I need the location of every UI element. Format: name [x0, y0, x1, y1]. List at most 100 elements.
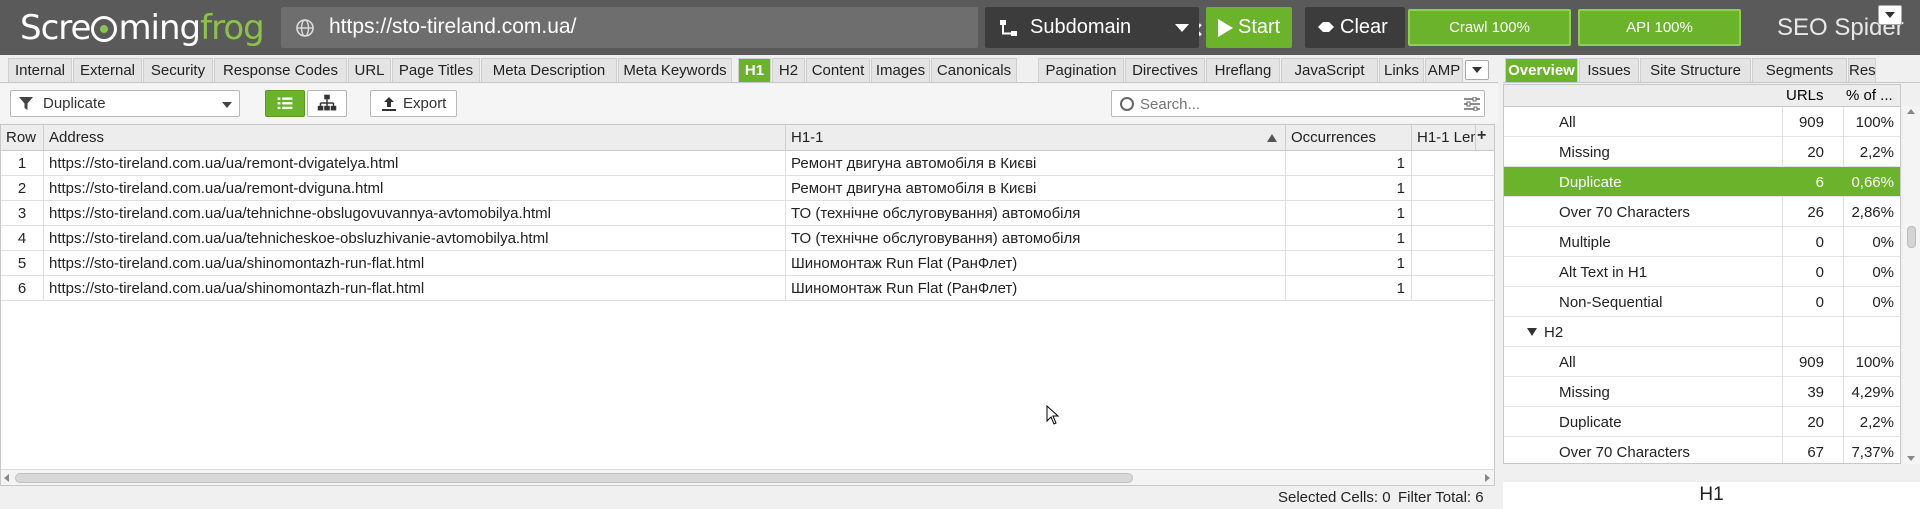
tab-issues[interactable]: Issues	[1579, 58, 1639, 82]
table-row[interactable]: 5 https://sto-tireland.com.ua/ua/shinomo…	[1, 251, 1494, 276]
sort-ascending-icon[interactable]	[1267, 134, 1277, 142]
table-row[interactable]: 2 https://sto-tireland.com.ua/ua/remont-…	[1, 176, 1494, 201]
url-input-value[interactable]: https://sto-tireland.com.ua/	[329, 15, 576, 39]
overview-row-h1-duplicate[interactable]: Duplicate 6 0,66%	[1504, 167, 1900, 197]
scrollbar-thumb[interactable]	[15, 473, 1133, 483]
overview-row-h1-non-sequential[interactable]: Non-Sequential 0 0%	[1504, 287, 1900, 317]
tab-amp[interactable]: AMP	[1425, 58, 1463, 82]
overview-row-h1-all[interactable]: All 909 100%	[1504, 107, 1900, 137]
collapse-toggle-icon[interactable]	[1527, 328, 1537, 336]
overview-row-h2-all[interactable]: All 909 100%	[1504, 347, 1900, 377]
horizontal-scrollbar[interactable]	[1, 469, 1494, 485]
overview-vertical-scrollbar[interactable]	[1903, 106, 1920, 464]
tab-javascript[interactable]: JavaScript	[1281, 58, 1378, 82]
export-button[interactable]: Export	[370, 90, 457, 117]
overview-panel: URLs % of ... All 909 100% Missing 20 2,…	[1503, 84, 1901, 464]
sliders-icon[interactable]	[1464, 97, 1480, 111]
logo: Scre mingfrog	[20, 8, 265, 48]
overview-group-h2[interactable]: H2	[1504, 317, 1900, 347]
url-field[interactable]: https://sto-tireland.com.ua/ ✕	[281, 7, 1235, 48]
mouse-cursor-icon	[1046, 405, 1060, 425]
search-input[interactable]	[1140, 94, 1440, 114]
crawl-mode-label: Subdomain	[1030, 16, 1132, 38]
column-header-row[interactable]: Row	[1, 125, 44, 151]
column-header-occurrences[interactable]: Occurrences	[1286, 125, 1412, 151]
search-box[interactable]	[1111, 90, 1485, 117]
tab-links[interactable]: Links	[1379, 58, 1424, 82]
filter-icon	[19, 97, 33, 110]
globe-icon	[296, 19, 314, 37]
results-table: Row Address H1-1 Occurrences H1-1 Length…	[0, 124, 1495, 486]
overview-row-h2-duplicate[interactable]: Duplicate 20 2,2%	[1504, 407, 1900, 437]
scroll-right-icon[interactable]	[1485, 474, 1490, 482]
overview-row-h1-missing[interactable]: Missing 20 2,2%	[1504, 137, 1900, 167]
tab-overflow-button[interactable]	[1465, 60, 1489, 80]
filter-dropdown[interactable]: Duplicate	[10, 90, 240, 117]
tab-directives[interactable]: Directives	[1125, 58, 1205, 82]
overview-header: URLs % of ...	[1504, 85, 1900, 107]
tree-view-button[interactable]	[307, 90, 347, 117]
table-row[interactable]: 6 https://sto-tireland.com.ua/ua/shinomo…	[1, 276, 1494, 301]
table-row[interactable]: 3 https://sto-tireland.com.ua/ua/tehnich…	[1, 201, 1494, 226]
tab-page-titles[interactable]: Page Titles	[392, 58, 480, 82]
status-bar: Selected Cells: 0 Filter Total: 6	[0, 486, 1495, 509]
column-header-percent[interactable]: % of ...	[1846, 87, 1893, 104]
play-icon	[1218, 19, 1233, 37]
top-toolbar: Scre mingfrog https://sto-tireland.com.ua…	[0, 0, 1920, 55]
selected-cells-count: Selected Cells: 0	[1278, 489, 1391, 506]
overview-row-h2-missing[interactable]: Missing 39 4,29%	[1504, 377, 1900, 407]
tab-hreflang[interactable]: Hreflang	[1206, 58, 1280, 82]
list-view-button[interactable]	[265, 90, 305, 117]
tab-content[interactable]: Content	[806, 58, 870, 82]
panel-splitter[interactable]	[1503, 464, 1920, 482]
tab-overview[interactable]: Overview	[1505, 58, 1578, 82]
tab-pagination[interactable]: Pagination	[1038, 58, 1124, 82]
tab-site-structure[interactable]: Site Structure	[1640, 58, 1751, 82]
column-header-address[interactable]: Address	[44, 125, 786, 151]
overview-row-h1-over-70[interactable]: Over 70 Characters 26 2,86%	[1504, 197, 1900, 227]
tab-url[interactable]: URL	[348, 58, 391, 82]
column-header-h1-1-length[interactable]: H1-1 Length	[1412, 125, 1476, 151]
tab-segments[interactable]: Segments	[1752, 58, 1847, 82]
tab-response-times[interactable]: Response Times	[1848, 58, 1876, 82]
tab-images[interactable]: Images	[871, 58, 930, 82]
scrollbar-thumb[interactable]	[1907, 226, 1916, 248]
crawl-mode-select[interactable]: Subdomain	[985, 7, 1199, 48]
tab-h1[interactable]: H1	[738, 58, 771, 82]
eraser-icon	[1318, 22, 1334, 32]
table-row[interactable]: 1 https://sto-tireland.com.ua/ua/remont-…	[1, 151, 1494, 176]
overview-row-h1-alt-text[interactable]: Alt Text in H1 0 0%	[1504, 257, 1900, 287]
api-progress-badge: API 100%	[1578, 9, 1741, 46]
tree-icon	[317, 94, 337, 111]
filter-value: Duplicate	[43, 95, 106, 112]
main-tab-bar: Internal External Security Response Code…	[0, 55, 1498, 83]
start-button[interactable]: Start	[1206, 7, 1292, 48]
hierarchy-icon	[1000, 20, 1017, 36]
chevron-down-icon	[1175, 24, 1189, 32]
add-column-icon[interactable]: +	[1477, 127, 1486, 145]
right-tab-bar: Overview Issues Site Structure Segments …	[1503, 55, 1920, 83]
overview-row-h1-multiple[interactable]: Multiple 0 0%	[1504, 227, 1900, 257]
tab-canonicals[interactable]: Canonicals	[931, 58, 1017, 82]
tab-meta-keywords[interactable]: Meta Keywords	[618, 58, 732, 82]
filter-total-count: Filter Total: 6	[1398, 489, 1484, 506]
list-icon	[277, 97, 293, 110]
tab-meta-description[interactable]: Meta Description	[481, 58, 617, 82]
scroll-left-icon[interactable]	[4, 474, 9, 482]
tab-internal[interactable]: Internal	[8, 58, 72, 82]
right-tab-overflow-button[interactable]	[1878, 5, 1902, 25]
column-header-urls[interactable]: URLs	[1786, 87, 1824, 104]
table-row[interactable]: 4 https://sto-tireland.com.ua/ua/tehnich…	[1, 226, 1494, 251]
clear-button[interactable]: Clear	[1305, 7, 1405, 48]
app-window: Scre mingfrog https://sto-tireland.com.ua…	[0, 0, 1920, 509]
scroll-up-icon[interactable]	[1907, 109, 1915, 114]
tab-h2[interactable]: H2	[772, 58, 805, 82]
tab-security[interactable]: Security	[143, 58, 213, 82]
tab-response-codes[interactable]: Response Codes	[214, 58, 347, 82]
search-icon	[1120, 97, 1134, 111]
column-header-h1-1[interactable]: H1-1	[786, 125, 1286, 151]
tab-external[interactable]: External	[73, 58, 142, 82]
frog-eye-icon	[91, 16, 118, 42]
scroll-down-icon[interactable]	[1907, 456, 1915, 461]
overview-row-h2-over-70[interactable]: Over 70 Characters 67 7,37%	[1504, 437, 1900, 463]
